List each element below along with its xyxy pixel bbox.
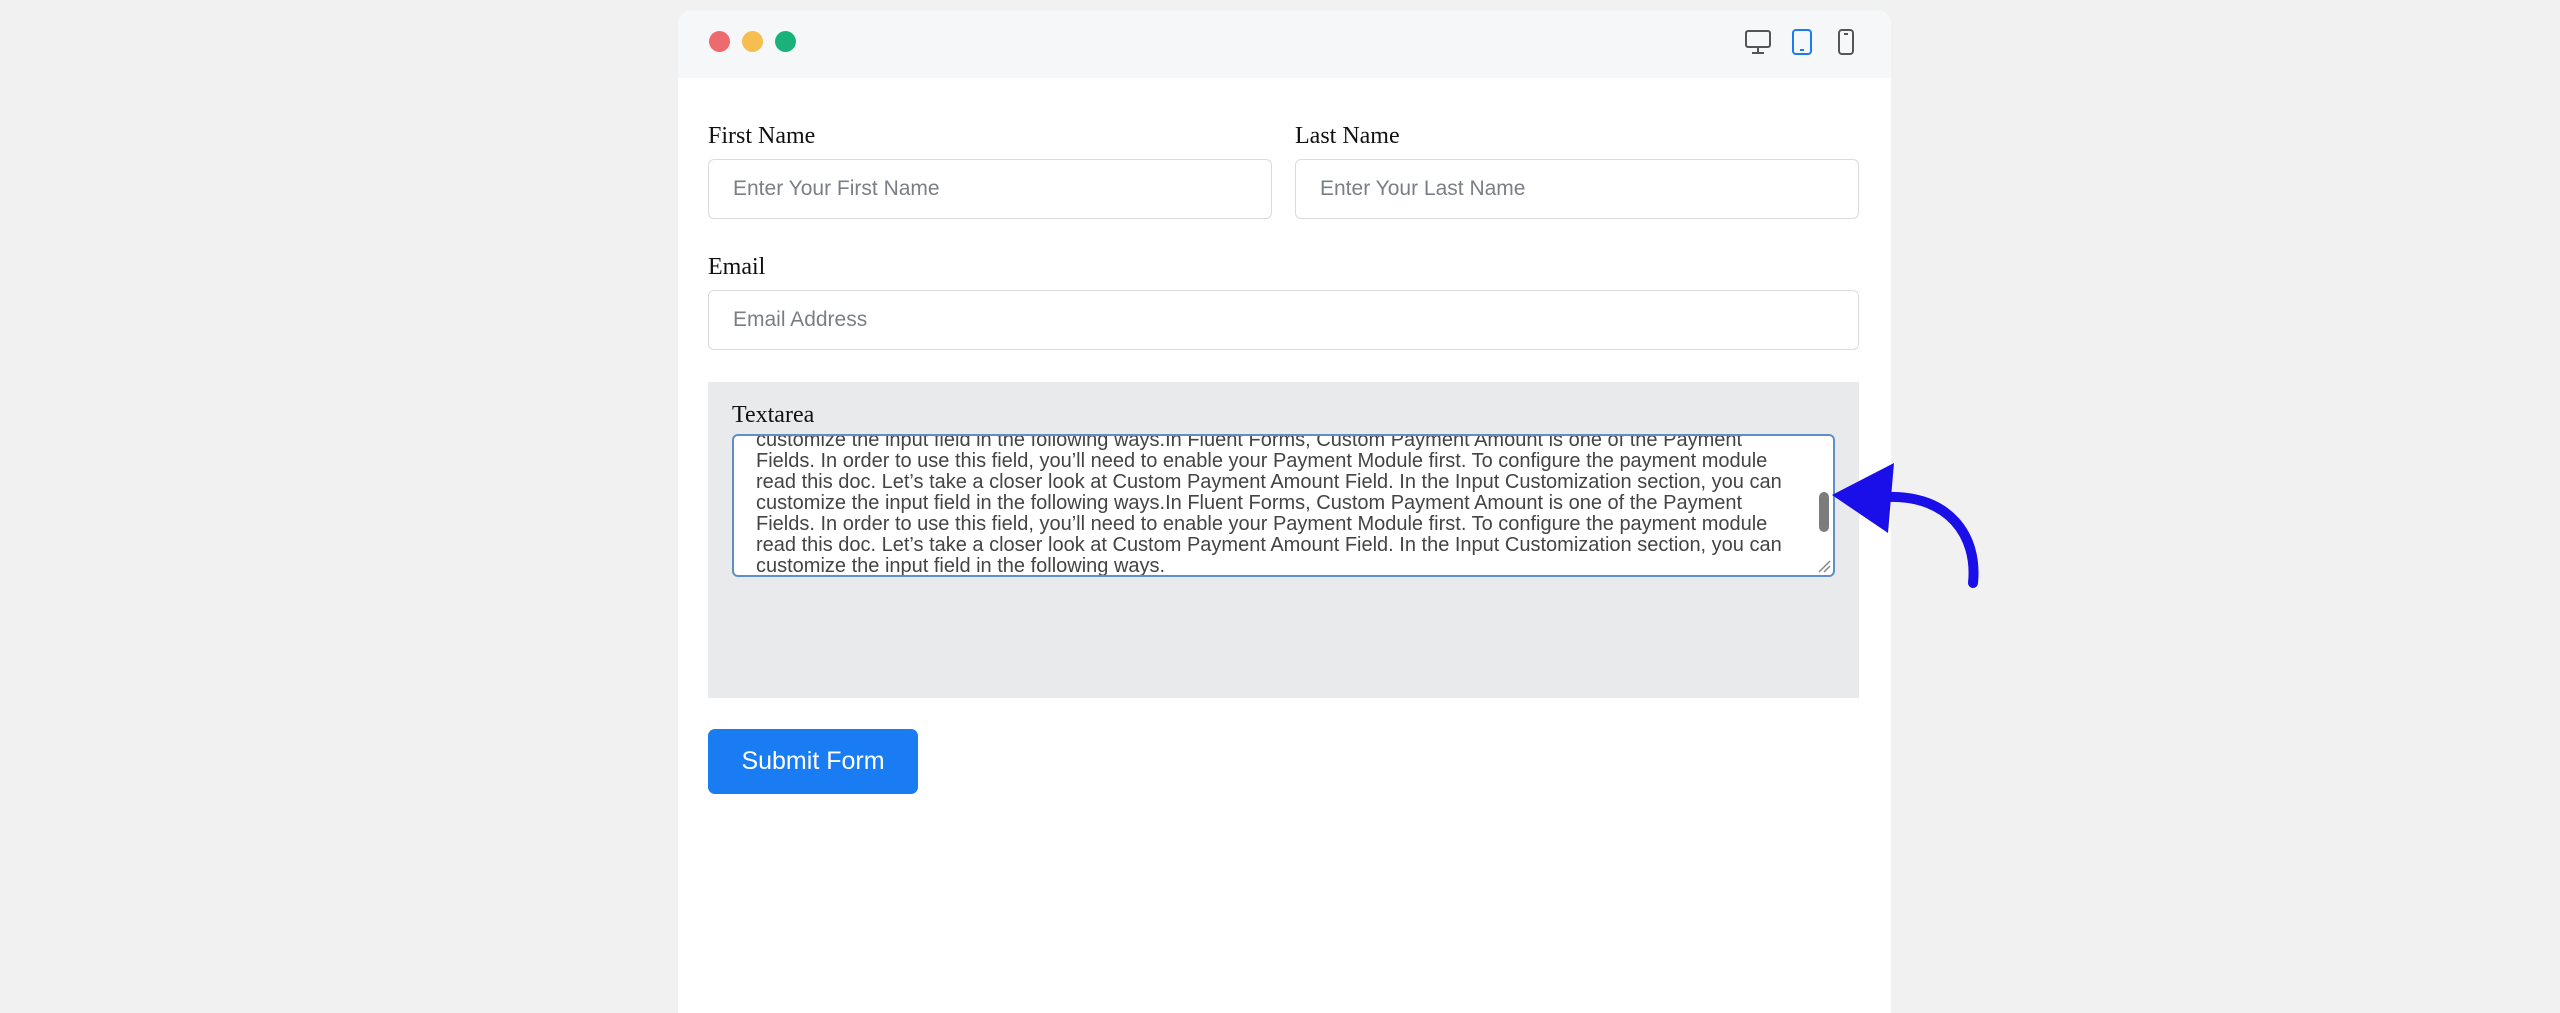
textarea-field-container: Textarea customize the input field in th… [708, 382, 1859, 698]
maximize-dot[interactable] [775, 31, 796, 52]
email-input[interactable]: Email Address [708, 290, 1859, 350]
last-name-label: Last Name [1295, 123, 1400, 149]
last-name-input[interactable]: Enter Your Last Name [1295, 159, 1859, 219]
email-label: Email [708, 254, 766, 280]
desktop-icon[interactable] [1743, 27, 1773, 57]
device-switcher [1743, 27, 1861, 57]
mobile-icon[interactable] [1831, 27, 1861, 57]
tablet-icon[interactable] [1787, 27, 1817, 57]
submit-button[interactable]: Submit Form [708, 729, 918, 794]
preview-window: First Name Enter Your First Name Last Na… [678, 10, 1891, 1013]
minimize-dot[interactable] [742, 31, 763, 52]
first-name-label: First Name [708, 123, 816, 149]
textarea-label: Textarea [732, 402, 815, 428]
close-dot[interactable] [709, 31, 730, 52]
annotation-arrow-icon [1832, 463, 1979, 588]
contact-form: First Name Enter Your First Name Last Na… [708, 78, 1859, 794]
message-textarea[interactable]: customize the input field in the followi… [732, 434, 1835, 577]
first-name-input[interactable]: Enter Your First Name [708, 159, 1272, 219]
window-titlebar [678, 10, 1891, 78]
textarea-content: customize the input field in the followi… [756, 434, 1782, 577]
